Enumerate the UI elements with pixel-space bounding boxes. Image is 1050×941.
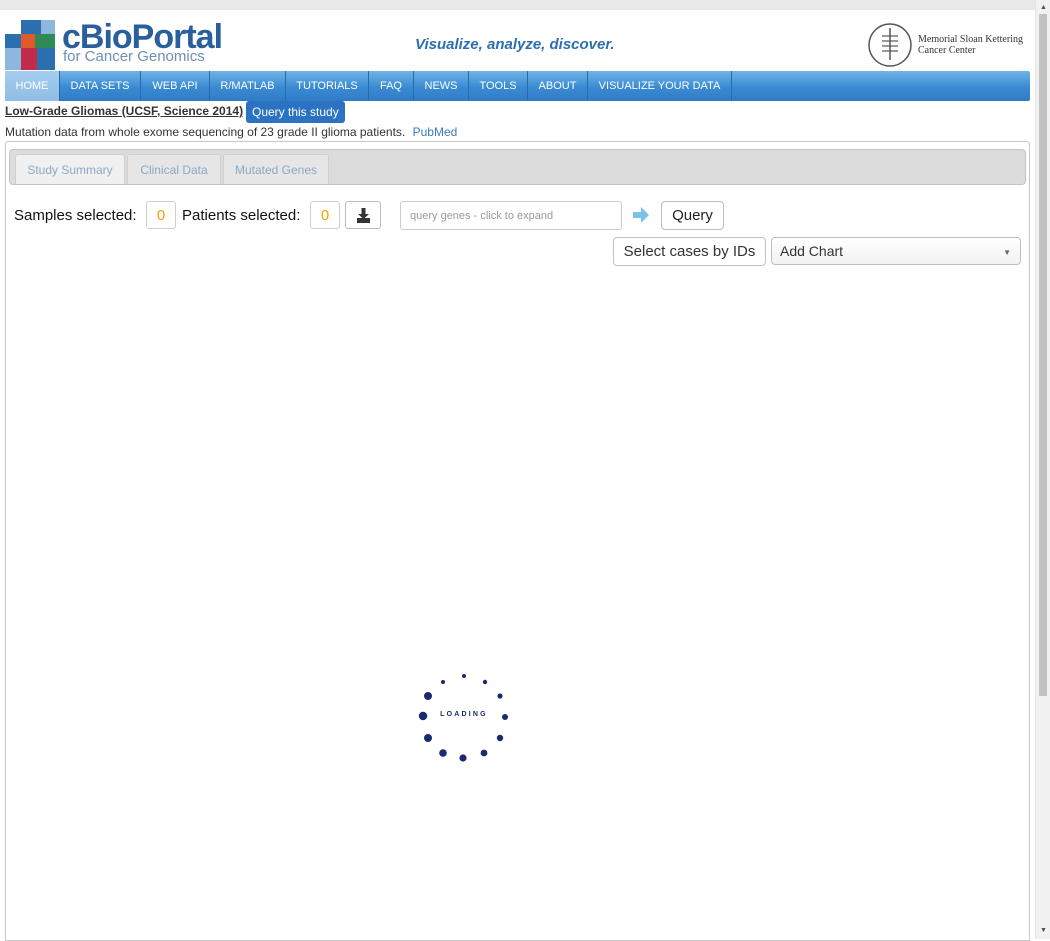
- tab-study-summary[interactable]: Study Summary: [15, 154, 125, 184]
- study-tabs: Study Summary Clinical Data Mutated Gene…: [9, 149, 1026, 185]
- scroll-up-arrow-icon[interactable]: ▲: [1036, 2, 1050, 14]
- scrollbar-thumb[interactable]: [1039, 14, 1047, 696]
- spinner-dots-icon: [418, 674, 508, 762]
- tab-clinical-data[interactable]: Clinical Data: [127, 154, 221, 184]
- main-navbar: HOME DATA SETS WEB API R/MATLAB TUTORIAL…: [5, 71, 1030, 101]
- nav-news[interactable]: NEWS: [414, 71, 469, 101]
- study-title[interactable]: Low-Grade Gliomas (UCSF, Science 2014): [5, 104, 243, 118]
- add-chart-dropdown[interactable]: Add Chart ▼: [771, 237, 1021, 265]
- tab-mutated-genes[interactable]: Mutated Genes: [223, 154, 329, 184]
- loading-spinner: LOADING: [416, 672, 512, 764]
- samples-selected-label: Samples selected:: [14, 207, 137, 224]
- nav-tutorials[interactable]: TUTORIALS: [286, 71, 369, 101]
- mskcc-emblem-icon: [868, 23, 912, 67]
- study-description-text: Mutation data from whole exome sequencin…: [5, 125, 406, 139]
- add-chart-label: Add Chart: [780, 243, 844, 259]
- logo-subtitle: for Cancer Genomics: [63, 48, 205, 65]
- download-button[interactable]: [345, 201, 381, 229]
- nav-about[interactable]: ABOUT: [528, 71, 588, 101]
- select-cases-by-ids-button[interactable]: Select cases by IDs: [613, 237, 766, 266]
- nav-tools[interactable]: TOOLS: [469, 71, 528, 101]
- mskcc-name-line1: Memorial Sloan Kettering: [918, 34, 1023, 45]
- patients-selected-count: 0: [310, 201, 340, 229]
- gene-query-input[interactable]: [400, 201, 622, 230]
- nav-web-api[interactable]: WEB API: [141, 71, 210, 101]
- pubmed-link[interactable]: PubMed: [413, 125, 458, 139]
- study-description: Mutation data from whole exome sequencin…: [5, 125, 457, 139]
- nav-data-sets[interactable]: DATA SETS: [60, 71, 141, 101]
- scroll-down-arrow-icon[interactable]: ▼: [1036, 925, 1050, 937]
- samples-selected-count: 0: [146, 201, 176, 229]
- nav-visualize-your-data[interactable]: VISUALIZE YOUR DATA: [588, 71, 732, 101]
- mskcc-logo[interactable]: Memorial Sloan Kettering Cancer Center: [868, 20, 1033, 70]
- tagline: Visualize, analyze, discover.: [415, 36, 615, 53]
- page-scrollbar[interactable]: ▲ ▼: [1035, 0, 1050, 939]
- mskcc-name-line2: Cancer Center: [918, 45, 976, 56]
- browser-top-strip: [0, 0, 1035, 10]
- cbioportal-logo[interactable]: cBioPortal for Cancer Genomics: [5, 18, 223, 70]
- query-button[interactable]: Query: [661, 201, 724, 230]
- patients-selected-label: Patients selected:: [182, 207, 301, 224]
- arrow-right-icon[interactable]: [631, 205, 651, 225]
- download-icon: [357, 208, 370, 223]
- query-this-study-button[interactable]: Query this study: [246, 101, 345, 123]
- loading-text: LOADING: [440, 711, 488, 718]
- nav-faq[interactable]: FAQ: [369, 71, 414, 101]
- cbioportal-logo-mark-icon: [5, 20, 55, 70]
- nav-home[interactable]: HOME: [5, 71, 60, 101]
- chevron-down-icon: ▼: [1003, 248, 1011, 257]
- nav-r-matlab[interactable]: R/MATLAB: [210, 71, 286, 101]
